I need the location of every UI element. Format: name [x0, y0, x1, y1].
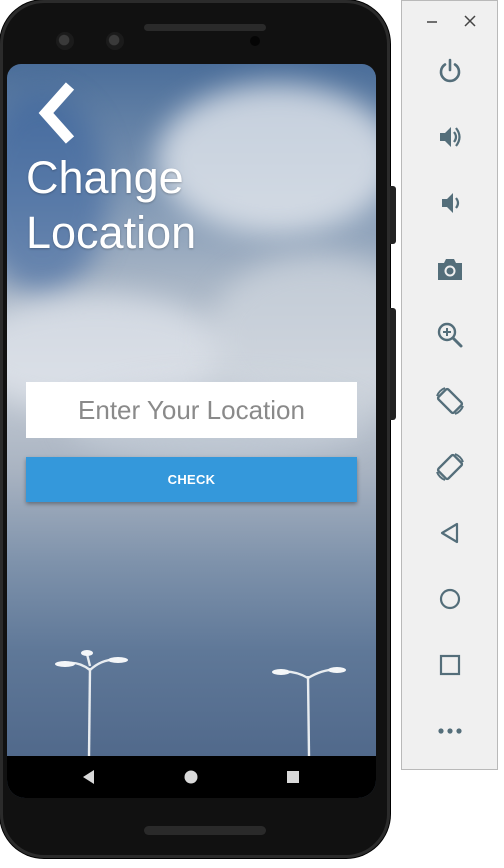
rotate-right-button[interactable]	[430, 447, 470, 487]
page-title-line: Location	[26, 207, 197, 258]
back-button[interactable]	[34, 82, 86, 144]
minimize-icon	[427, 21, 437, 23]
page-title: Change Location	[26, 150, 356, 260]
more-icon	[438, 728, 462, 734]
front-camera-icon	[106, 32, 124, 50]
location-input[interactable]	[26, 382, 357, 438]
power-button[interactable]	[430, 51, 470, 91]
android-navigation-bar	[7, 756, 376, 798]
minimize-button[interactable]	[422, 11, 442, 31]
back-icon	[440, 522, 459, 544]
earpiece-speaker	[144, 24, 266, 31]
check-button[interactable]: CHECK	[26, 457, 357, 502]
rotate-right-icon	[436, 453, 464, 481]
camera-icon	[438, 259, 462, 280]
front-camera-icon	[56, 32, 74, 50]
volume-up-icon	[440, 127, 461, 147]
street-lamps-image	[55, 650, 346, 756]
page-title-line: Change	[26, 152, 184, 203]
back-icon	[83, 770, 94, 784]
proximity-sensor	[250, 36, 260, 46]
home-icon	[184, 770, 198, 784]
power-key[interactable]	[390, 186, 396, 244]
chevron-left-icon	[38, 82, 75, 144]
nav-home-button[interactable]	[161, 756, 221, 798]
rotate-left-button[interactable]	[430, 381, 470, 421]
volume-down-button[interactable]	[430, 183, 470, 223]
home-icon	[439, 588, 461, 610]
more-button[interactable]	[430, 711, 470, 751]
power-icon	[439, 58, 461, 83]
back-button[interactable]	[430, 513, 470, 553]
recents-icon	[287, 771, 299, 783]
nav-back-button[interactable]	[59, 756, 119, 798]
close-icon	[464, 15, 476, 27]
screenshot-button[interactable]	[430, 249, 470, 289]
home-button[interactable]	[430, 579, 470, 619]
emulator-toolbar	[401, 0, 498, 770]
volume-key[interactable]	[390, 308, 396, 420]
phone-frame: Change Location CHECK	[0, 0, 390, 858]
zoom-icon	[437, 322, 463, 348]
nav-recents-button[interactable]	[263, 756, 323, 798]
zoom-button[interactable]	[430, 315, 470, 355]
rotate-left-icon	[436, 387, 464, 415]
volume-up-button[interactable]	[430, 117, 470, 157]
overview-button[interactable]	[430, 645, 470, 685]
volume-down-icon	[442, 193, 460, 213]
overview-icon	[439, 654, 461, 676]
bottom-speaker	[144, 826, 266, 835]
close-button[interactable]	[460, 11, 480, 31]
app-screen: Change Location CHECK	[7, 64, 376, 798]
